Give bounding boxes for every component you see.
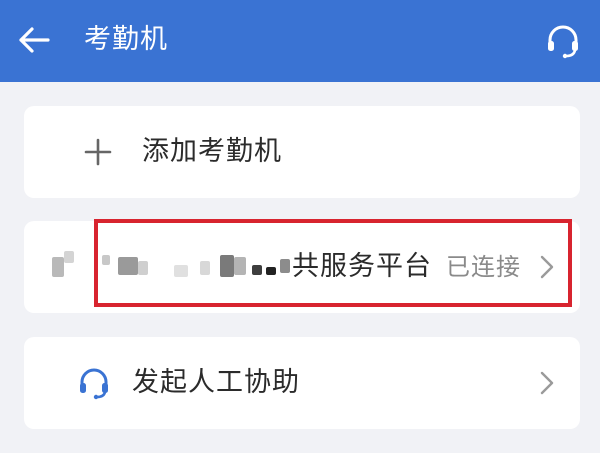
request-manual-assistance-label: 发起人工协助 — [132, 367, 300, 398]
plus-icon — [84, 138, 112, 166]
arrow-left-icon — [19, 27, 50, 53]
request-manual-assistance-item[interactable]: 发起人工协助 — [24, 337, 580, 429]
redacted-name-block — [64, 251, 74, 263]
back-button[interactable] — [14, 20, 54, 60]
headset-icon — [80, 368, 108, 400]
highlight-annotation-box — [94, 219, 572, 307]
top-app-bar: 考勤机 — [0, 0, 600, 82]
chevron-right-icon — [540, 371, 554, 395]
add-attendance-machine-item[interactable]: 添加考勤机 — [24, 106, 580, 198]
headset-icon — [548, 25, 578, 59]
customer-support-button[interactable] — [540, 18, 586, 64]
page-title: 考勤机 — [84, 24, 168, 55]
add-attendance-machine-label: 添加考勤机 — [142, 136, 282, 167]
redacted-name-block — [52, 257, 64, 277]
